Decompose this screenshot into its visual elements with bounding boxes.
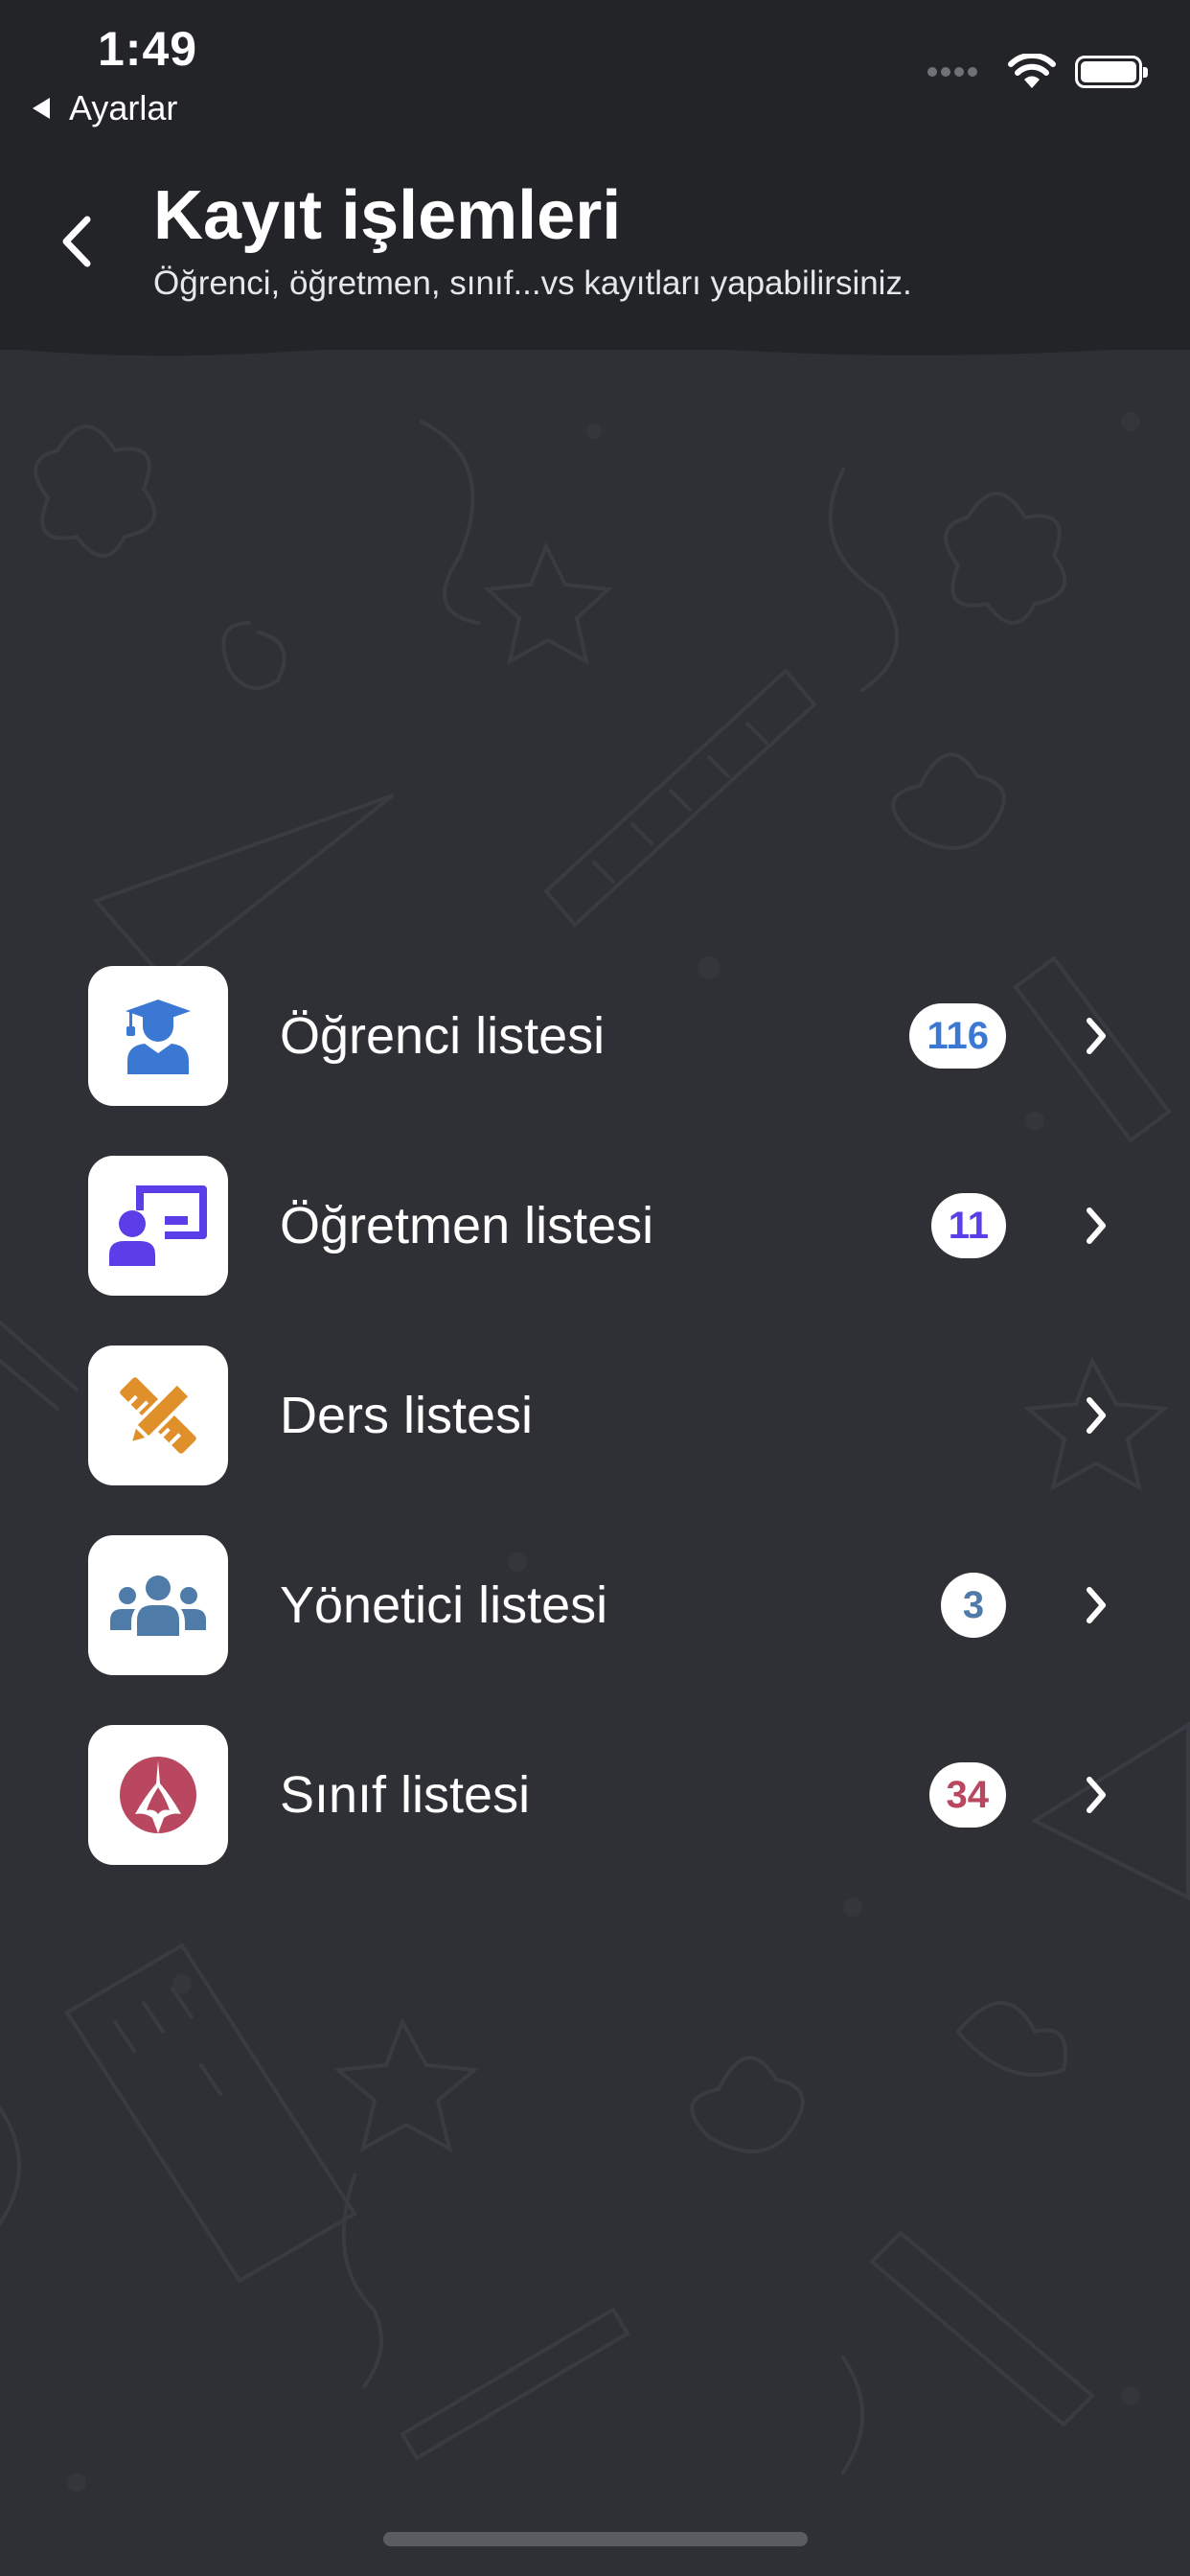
list-item-label: Öğrenci listesi: [280, 1007, 606, 1065]
registration-list: Öğrenci listesi 116 Öğretmen listesi 11: [88, 966, 1123, 1915]
chevron-right-icon: [1077, 1771, 1115, 1819]
class-icon-tile: [88, 1725, 228, 1865]
graduate-icon: [126, 1000, 191, 1074]
list-item-label: Öğretmen listesi: [280, 1197, 654, 1254]
page-subtitle: Öğrenci, öğretmen, sınıf...vs kayıtları …: [153, 264, 912, 302]
list-item-teacher[interactable]: Öğretmen listesi 11: [88, 1156, 1123, 1296]
list-item-course[interactable]: Ders listesi: [88, 1346, 1123, 1485]
count-badge: 34: [928, 1762, 1006, 1828]
header-wave-edge: [0, 331, 1190, 356]
users-group-icon: [110, 1576, 206, 1636]
course-icon-tile: [88, 1346, 228, 1485]
status-indicators: [927, 54, 1148, 90]
chevron-right-icon: [1077, 1581, 1115, 1629]
chevron-right-icon: [1077, 1392, 1115, 1439]
list-item-label: Ders listesi: [280, 1387, 534, 1444]
back-triangle-icon: [33, 98, 50, 119]
list-item-label: Sınıf listesi: [280, 1766, 531, 1824]
chevron-left-icon: [62, 216, 91, 267]
cellular-signal-icon: [927, 67, 981, 77]
battery-icon: [1075, 56, 1148, 88]
count-badge: 11: [930, 1193, 1006, 1258]
count-badge: 3: [941, 1573, 1006, 1638]
status-time: 1:49: [98, 22, 198, 76]
pencil-ruler-icon: [120, 1377, 196, 1454]
chevron-right-icon: [1077, 1202, 1115, 1250]
status-back-to-app[interactable]: Ayarlar: [33, 88, 177, 128]
teacher-icon-tile: [88, 1156, 228, 1296]
home-indicator[interactable]: [383, 2532, 808, 2546]
chevron-right-icon: [1077, 1012, 1115, 1060]
list-item-class[interactable]: Sınıf listesi 34: [88, 1725, 1123, 1865]
school-logo-icon: [120, 1757, 196, 1833]
teacher-board-icon: [109, 1185, 207, 1266]
list-item-student[interactable]: Öğrenci listesi 116: [88, 966, 1123, 1106]
page-title: Kayıt işlemleri: [153, 177, 622, 254]
nav-back-button[interactable]: [48, 203, 105, 280]
student-icon-tile: [88, 966, 228, 1106]
status-back-label: Ayarlar: [69, 88, 178, 127]
admin-icon-tile: [88, 1535, 228, 1675]
header-bar: 1:49 Ayarlar Kayıt işlemleri Öğrenci, öğ…: [0, 0, 1190, 350]
count-badge: 116: [909, 1003, 1006, 1069]
list-item-admin[interactable]: Yönetici listesi 3: [88, 1535, 1123, 1675]
list-item-label: Yönetici listesi: [280, 1576, 608, 1634]
wifi-icon: [1008, 54, 1056, 88]
